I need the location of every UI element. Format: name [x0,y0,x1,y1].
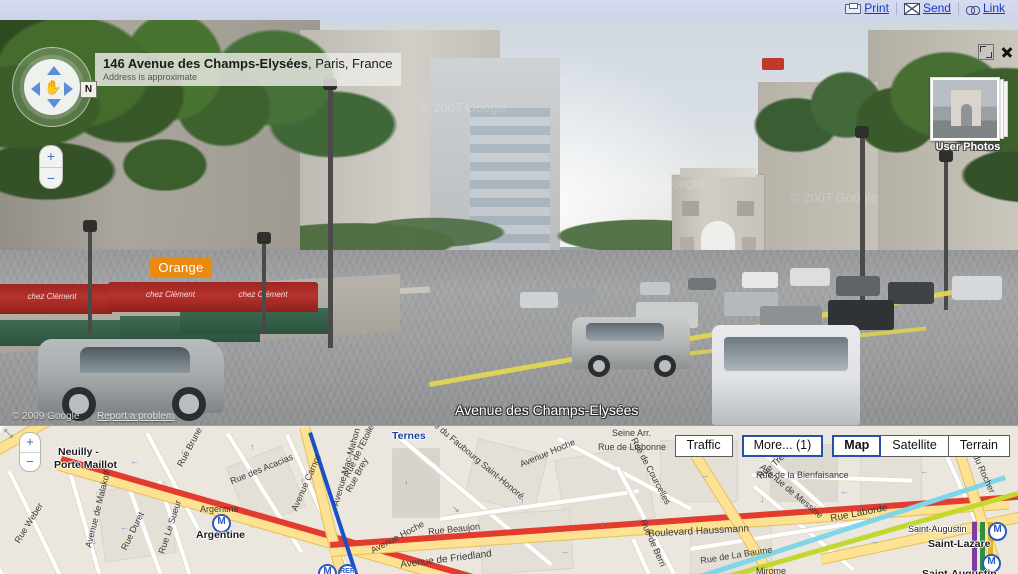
map-zoom-control[interactable]: + − [19,432,41,472]
user-photos-label: User Photos [935,141,1001,153]
link-button[interactable]: Link [959,1,1012,15]
pan-right-icon[interactable] [64,82,73,96]
expand-fullscreen-icon[interactable] [978,44,994,60]
address-label: 146 Avenue des Champs-Elysées, Paris, Fr… [95,53,401,86]
address-city: , Paris, France [307,56,393,71]
awning-label-1: chez Clément [27,292,77,301]
direction-arrow-8: ↘ [452,504,460,514]
street-lamp-1 [83,220,97,335]
send-button[interactable]: Send [897,1,958,15]
envelope-icon [903,2,920,15]
street-label-seine-arr: Seine Arr. [612,428,652,438]
vehicle-distant-1 [520,292,558,308]
map-pan-icon[interactable]: ⤡ [4,428,13,441]
traffic-button[interactable]: Traffic [674,435,733,457]
map-type-controls: Traffic More... (1) Map Satellite Terrai… [674,435,1010,457]
copyright-text: © 2009 Google [12,411,80,422]
direction-arrow-1: ← [130,456,139,466]
vehicle-distant-4 [688,278,716,290]
direction-arrow-3: ↑ [250,442,255,452]
more-controls-group: More... (1) [741,435,824,457]
pan-up-icon[interactable] [47,66,61,75]
chain-link-icon [965,6,980,15]
pan-left-icon[interactable] [31,82,40,96]
top-toolbar: Print Send Link [0,0,1018,20]
print-button[interactable]: Print [838,1,896,15]
wheel-4 [172,387,206,421]
station-label-saint-augustin: Saint-Augustin [922,568,997,574]
street-view-panorama[interactable]: © 2007 Google © 2007 Google © 2007 Googl… [0,20,1018,425]
street-name-overlay[interactable]: Avenue des Champs-Elysées [455,402,638,418]
compass-north-icon: N [80,81,97,98]
printer-icon [845,3,862,14]
street-lamp-2 [257,232,271,334]
more-button[interactable]: More... (1) [741,435,824,457]
map-block-2 [392,448,440,518]
wheel-1 [588,355,610,377]
arc-de-triomphe-photo-icon [951,90,981,126]
hand-drag-icon[interactable]: ✋ [44,78,62,96]
address-line: 146 Avenue des Champs-Elysées, Paris, Fr… [103,56,393,71]
streetview-zoom-out-button[interactable]: − [40,167,62,189]
map-zoom-in-button[interactable]: + [20,433,40,452]
direction-arrow-16: → [870,536,879,546]
van-taillight [762,58,784,70]
user-photo-thumbnail[interactable] [930,77,1000,141]
direction-arrow-7: ↓ [404,476,409,486]
awning-left-1: chez Clément [0,284,112,314]
direction-arrow-15: → [560,546,569,556]
streetview-zoom-control[interactable]: + − [39,145,63,189]
vehicle-distant-7 [836,276,880,296]
station-label-ternes: Ternes [392,430,426,442]
address-note: Address is approximate [103,72,198,82]
close-icon[interactable] [1000,46,1013,59]
pan-down-icon[interactable] [47,99,61,108]
direction-arrow-12: ↓ [760,494,765,504]
user-photos-widget[interactable]: User Photos [930,77,1008,155]
google-watermark-1: © 2007 Google [616,176,704,191]
panorama-window-buttons [978,44,1013,60]
address-street: 146 Avenue des Champs-Elysées [103,56,308,71]
vehicle-distant-8 [888,282,934,304]
link-label: Link [982,1,1005,15]
print-label: Print [864,1,889,15]
vehicle-white-van [712,325,860,425]
direction-arrow-10: ↓ [600,518,605,528]
vehicle-distant-3 [640,282,670,295]
vehicle-distant-9 [952,276,1002,300]
street-label-saint-augustin-small: Saint-Augustin [908,524,967,534]
overlay-controls-group: Traffic [674,435,733,457]
google-watermark-3: © 2007 Google [420,100,508,115]
direction-arrow-13: ← [840,486,849,496]
wheel-2 [654,355,676,377]
station-label-neuilly-porte-maillot-2: Porte Maillot [54,459,118,471]
send-label: Send [922,1,951,15]
vehicle-distant-6 [790,268,830,286]
station-label-argentine: Argentine [196,529,246,541]
map-panel[interactable]: ← ↓ ↑ ↑ ← ↓ ↓ ↘ ↑ ↓ → ↓ ← ← → → Rue Brun… [0,425,1018,574]
user-photo-image [933,80,997,138]
terrain-view-button[interactable]: Terrain [948,435,1010,457]
vehicle-distant-5 [742,272,778,288]
report-problem-link[interactable]: Report a problem [97,411,174,422]
metro-marker-saint-lazare[interactable]: M [988,522,1007,541]
map-view-button[interactable]: Map [832,435,882,457]
satellite-view-button[interactable]: Satellite [881,435,949,457]
basemap-controls-group: Map Satellite Terrain [832,435,1010,457]
street-lamp-3 [323,78,337,348]
direction-arrow-11: → [700,470,709,480]
pan-control-inner[interactable]: ✋ [24,59,80,115]
map-canvas[interactable]: ← ↓ ↑ ↑ ← ↓ ↓ ↘ ↑ ↓ → ↓ ← ← → → Rue Brun… [0,426,1018,574]
street-label-argentine-small: Argentine [200,504,239,514]
station-label-saint-lazare: Saint-Lazare [928,538,991,550]
vehicle-distant-2 [560,288,594,303]
direction-arrow-14: ← [920,466,929,476]
station-label-neuilly-porte-maillot-1: Neuilly - [58,446,99,458]
orange-store-sign: Orange [150,258,212,278]
map-zoom-out-button[interactable]: − [20,452,40,472]
street-lamp-5 [939,150,953,310]
streetview-zoom-in-button[interactable]: + [40,146,62,167]
top-toolbar-links: Print Send Link [838,1,1012,15]
